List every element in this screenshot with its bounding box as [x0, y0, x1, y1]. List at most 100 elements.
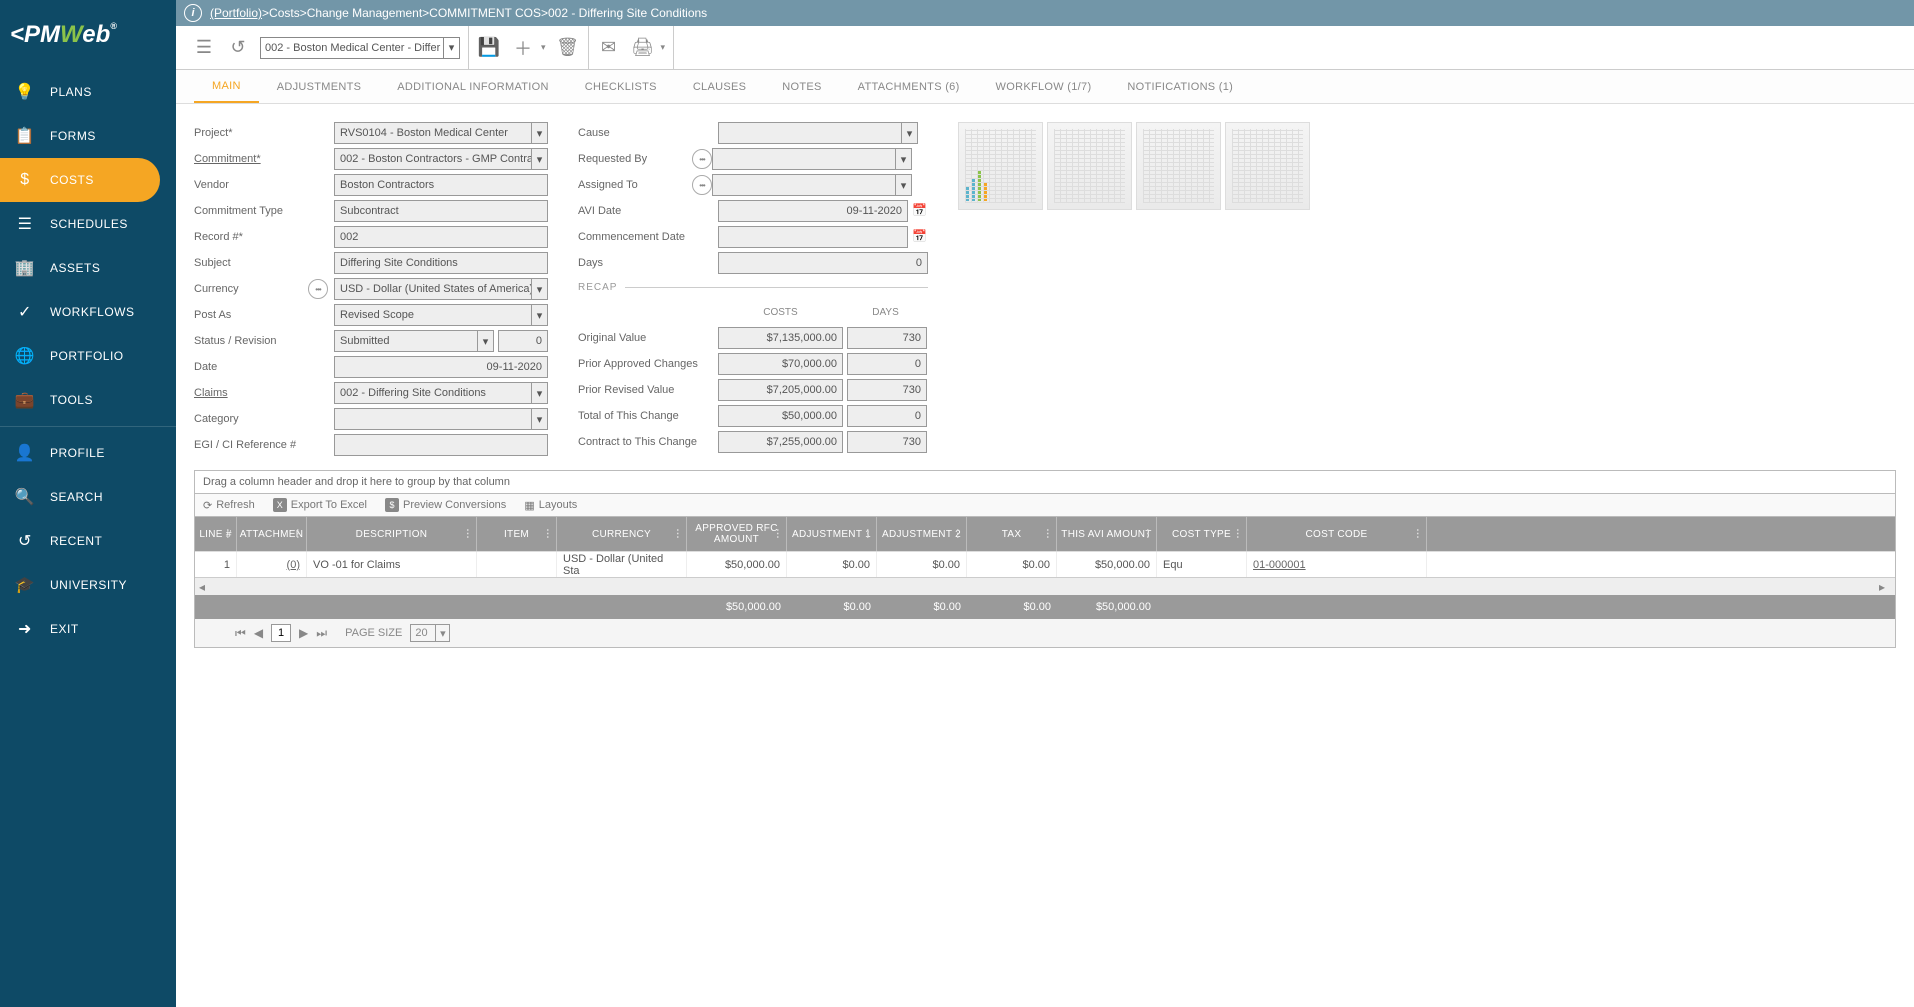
- breadcrumb-root[interactable]: (Portfolio): [210, 6, 262, 20]
- column-menu-icon[interactable]: ⋮: [1233, 529, 1243, 540]
- thumbnail[interactable]: [1225, 122, 1310, 210]
- col-avi-amount[interactable]: THIS AVI AMOUNT⋮: [1057, 517, 1157, 551]
- col-adjustment2[interactable]: ADJUSTMENT 2⋮: [877, 517, 967, 551]
- sidebar-item-costs[interactable]: $COSTS: [0, 158, 160, 202]
- tab-notifications[interactable]: NOTIFICATIONS (1): [1109, 70, 1251, 103]
- currency-detail-button[interactable]: •••: [308, 279, 328, 299]
- delete-button[interactable]: 🗑: [556, 36, 580, 60]
- refresh-button[interactable]: ⟳Refresh: [203, 499, 255, 512]
- sidebar-item-recent[interactable]: ↺RECENT: [0, 519, 176, 563]
- sidebar-item-plans[interactable]: 💡PLANS: [0, 70, 176, 114]
- column-menu-icon[interactable]: ⋮: [463, 529, 473, 540]
- sidebar-item-profile[interactable]: 👤PROFILE: [0, 431, 176, 475]
- days-input[interactable]: 0: [718, 252, 928, 274]
- claims-label[interactable]: Claims: [194, 387, 334, 399]
- sidebar-item-exit[interactable]: ➜EXIT: [0, 607, 176, 651]
- sidebar-item-assets[interactable]: 🏢ASSETS: [0, 246, 176, 290]
- add-button[interactable]: ＋: [511, 36, 535, 60]
- col-line[interactable]: LINE #⋮: [195, 517, 237, 551]
- page-next-button[interactable]: ▶: [299, 626, 308, 640]
- scroll-left-icon[interactable]: ◂: [199, 580, 211, 592]
- tab-additional[interactable]: ADDITIONAL INFORMATION: [379, 70, 566, 103]
- page-size-select[interactable]: 20▾: [410, 624, 450, 642]
- column-menu-icon[interactable]: ⋮: [1143, 529, 1153, 540]
- preview-button[interactable]: $Preview Conversions: [385, 498, 506, 512]
- egi-input[interactable]: [334, 434, 548, 456]
- sidebar-item-forms[interactable]: 📋FORMS: [0, 114, 176, 158]
- history-button[interactable]: ↺: [226, 36, 250, 60]
- col-currency[interactable]: CURRENCY⋮: [557, 517, 687, 551]
- thumbnail[interactable]: [1136, 122, 1221, 210]
- subject-input[interactable]: Differing Site Conditions: [334, 252, 548, 274]
- column-menu-icon[interactable]: ⋮: [673, 529, 683, 540]
- commitment-label[interactable]: Commitment*: [194, 153, 334, 165]
- tab-main[interactable]: MAIN: [194, 70, 259, 103]
- sidebar-item-portfolio[interactable]: 🌐PORTFOLIO: [0, 334, 176, 378]
- save-button[interactable]: 💾: [477, 36, 501, 60]
- assignto-detail-button[interactable]: •••: [692, 175, 712, 195]
- commdate-input[interactable]: [718, 226, 908, 248]
- col-item[interactable]: ITEM⋮: [477, 517, 557, 551]
- layouts-button[interactable]: ▦Layouts: [524, 499, 577, 512]
- column-menu-icon[interactable]: ⋮: [543, 529, 553, 540]
- claims-select[interactable]: 002 - Differing Site Conditions▾: [334, 382, 548, 404]
- record-selector[interactable]: 002 - Boston Medical Center - Differ ▾: [260, 37, 460, 59]
- date-input[interactable]: 09-11-2020: [334, 356, 548, 378]
- calendar-icon[interactable]: 📅: [912, 229, 928, 245]
- column-menu-icon[interactable]: ⋮: [1413, 529, 1423, 540]
- print-button[interactable]: 🖨: [631, 36, 655, 60]
- reqby-select[interactable]: ▾: [712, 148, 912, 170]
- sidebar-item-workflows[interactable]: ✓WORKFLOWS: [0, 290, 176, 334]
- table-row[interactable]: 1 (0) VO -01 for Claims USD - Dollar (Un…: [195, 551, 1895, 577]
- postas-select[interactable]: Revised Scope▾: [334, 304, 548, 326]
- mail-button[interactable]: ✉: [597, 36, 621, 60]
- breadcrumb-cos[interactable]: COMMITMENT COS: [429, 6, 541, 20]
- column-menu-icon[interactable]: ⋮: [223, 529, 233, 540]
- column-menu-icon[interactable]: ⋮: [1043, 529, 1053, 540]
- tab-attachments[interactable]: ATTACHMENTS (6): [840, 70, 978, 103]
- col-description[interactable]: DESCRIPTION⋮: [307, 517, 477, 551]
- currency-select[interactable]: USD - Dollar (United States of America)▾: [334, 278, 548, 300]
- assignto-select[interactable]: ▾: [712, 174, 912, 196]
- tab-clauses[interactable]: CLAUSES: [675, 70, 764, 103]
- list-view-button[interactable]: ☰: [192, 36, 216, 60]
- project-select[interactable]: RVS0104 - Boston Medical Center▾: [334, 122, 548, 144]
- column-menu-icon[interactable]: ⋮: [293, 529, 303, 540]
- breadcrumb-cm[interactable]: Change Management: [307, 6, 422, 20]
- col-cost-code[interactable]: COST CODE⋮: [1247, 517, 1427, 551]
- vendor-input[interactable]: Boston Contractors: [334, 174, 548, 196]
- col-tax[interactable]: TAX⋮: [967, 517, 1057, 551]
- col-approved-amount[interactable]: APPROVED RFC AMOUNT⋮: [687, 517, 787, 551]
- thumbnail[interactable]: [958, 122, 1043, 210]
- reqby-detail-button[interactable]: •••: [692, 149, 712, 169]
- page-first-button[interactable]: ⏮: [235, 626, 246, 641]
- cause-select[interactable]: ▾: [718, 122, 918, 144]
- sidebar-item-tools[interactable]: 💼TOOLS: [0, 378, 176, 422]
- page-input[interactable]: [271, 624, 291, 642]
- tab-notes[interactable]: NOTES: [764, 70, 839, 103]
- tab-adjustments[interactable]: ADJUSTMENTS: [259, 70, 380, 103]
- tab-workflow[interactable]: WORKFLOW (1/7): [978, 70, 1110, 103]
- page-last-button[interactable]: ⏭: [316, 626, 327, 641]
- col-cost-type[interactable]: COST TYPE⋮: [1157, 517, 1247, 551]
- calendar-icon[interactable]: 📅: [912, 203, 928, 219]
- avidate-input[interactable]: 09-11-2020: [718, 200, 908, 222]
- category-select[interactable]: ▾: [334, 408, 548, 430]
- cell-attachments[interactable]: (0): [237, 552, 307, 577]
- export-button[interactable]: XExport To Excel: [273, 498, 367, 512]
- ctype-input[interactable]: Subcontract: [334, 200, 548, 222]
- col-adjustment1[interactable]: ADJUSTMENT 1⋮: [787, 517, 877, 551]
- page-prev-button[interactable]: ◀: [254, 626, 263, 640]
- revision-input[interactable]: 0: [498, 330, 548, 352]
- sidebar-item-search[interactable]: 🔍SEARCH: [0, 475, 176, 519]
- column-menu-icon[interactable]: ⋮: [953, 529, 963, 540]
- tab-checklists[interactable]: CHECKLISTS: [567, 70, 675, 103]
- sidebar-item-schedules[interactable]: ☰SCHEDULES: [0, 202, 176, 246]
- scroll-right-icon[interactable]: ▸: [1879, 580, 1891, 592]
- column-menu-icon[interactable]: ⋮: [863, 529, 873, 540]
- column-menu-icon[interactable]: ⋮: [773, 529, 783, 540]
- group-by-bar[interactable]: Drag a column header and drop it here to…: [195, 471, 1895, 494]
- col-attachments[interactable]: ATTACHMEN⋮: [237, 517, 307, 551]
- recnum-input[interactable]: 002: [334, 226, 548, 248]
- thumbnail[interactable]: [1047, 122, 1132, 210]
